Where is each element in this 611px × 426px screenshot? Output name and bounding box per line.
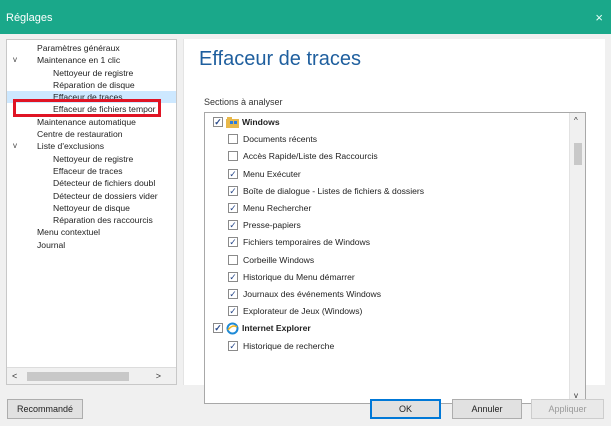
- section-label: Sections à analyser: [204, 97, 283, 107]
- tree-item-label: Effaceur de traces: [53, 92, 123, 103]
- tree-item-label: Centre de restauration: [37, 129, 123, 140]
- title-bar: Réglages ×: [0, 0, 611, 34]
- page-title: Effaceur de traces: [199, 48, 361, 70]
- tree-item-label: Nettoyeur de registre: [53, 67, 134, 78]
- tree-item-label: Journal: [37, 239, 66, 250]
- tree-item-label: Effaceur de traces: [53, 165, 123, 176]
- tree-item[interactable]: v Liste d'exclusions: [7, 140, 176, 152]
- section-option-label: Menu Rechercher: [243, 203, 312, 213]
- scrollbar-thumb[interactable]: [574, 143, 582, 165]
- checkbox[interactable]: [228, 185, 238, 196]
- checkbox[interactable]: [228, 220, 238, 231]
- recommended-button[interactable]: Recommandé: [7, 399, 83, 419]
- scrollbar-thumb[interactable]: [27, 372, 129, 381]
- section-option-label: Menu Exécuter: [243, 168, 301, 179]
- checkbox[interactable]: [228, 289, 238, 299]
- scroll-right-icon[interactable]: >: [156, 371, 161, 381]
- checkbox[interactable]: [228, 203, 238, 213]
- tree-list: Paramètres généraux v Maintenance en 1 cli…: [7, 42, 176, 251]
- section-option-label: Historique de recherche: [243, 340, 335, 351]
- tree-item-label: Réparation de disque: [53, 79, 135, 90]
- section-option-label: Internet Explorer: [242, 323, 311, 334]
- checkbox[interactable]: [228, 306, 238, 317]
- checkbox[interactable]: [228, 134, 238, 145]
- scroll-up-icon[interactable]: ^: [574, 116, 578, 125]
- tree-item[interactable]: Réparation des raccourcis: [7, 214, 176, 226]
- tree-item-label: Réparation des raccourcis: [53, 215, 153, 226]
- tree-horizontal-scrollbar[interactable]: < >: [7, 367, 176, 384]
- tree-item[interactable]: v Maintenance en 1 clic: [7, 54, 176, 66]
- checkbox[interactable]: [213, 117, 223, 127]
- internet-explorer-icon: [226, 322, 239, 335]
- section-option-label: Windows: [242, 117, 280, 127]
- tree-item[interactable]: Menu contextuel: [7, 226, 176, 238]
- tree-item[interactable]: Effaceur de fichiers tempor: [7, 103, 176, 115]
- tree-item[interactable]: Réparation de disque: [7, 79, 176, 91]
- section-option-label: Boîte de dialogue - Listes de fichiers &…: [243, 185, 425, 196]
- apply-button[interactable]: Appliquer: [531, 399, 604, 419]
- settings-tree: Paramètres généraux v Maintenance en 1 cli…: [6, 39, 177, 385]
- tree-item-label: Maintenance en 1 clic: [37, 55, 121, 66]
- checkbox[interactable]: [228, 254, 238, 265]
- checkbox[interactable]: [228, 168, 238, 179]
- section-option-label: Documents récents: [243, 134, 318, 145]
- checkbox[interactable]: [228, 237, 238, 248]
- tree-item-label: Maintenance automatique: [37, 116, 136, 127]
- windows-folder-icon: [226, 117, 239, 128]
- tree-item[interactable]: Nettoyeur de disque: [7, 202, 176, 214]
- tree-item[interactable]: Paramètres généraux: [7, 42, 176, 54]
- tree-item[interactable]: Nettoyeur de registre: [7, 153, 176, 165]
- checkbox[interactable]: [228, 151, 238, 162]
- section-option-label: Presse-papiers: [243, 220, 301, 231]
- tree-item[interactable]: Effaceur de traces: [7, 165, 176, 177]
- section-option-label: Historique du Menu démarrer: [243, 271, 355, 282]
- sections-listbox: Windows Documents récents Accès Rapide/Lis…: [204, 112, 586, 404]
- checkbox[interactable]: [213, 323, 223, 334]
- chevron-down-icon[interactable]: v: [13, 54, 17, 66]
- list-vertical-scrollbar[interactable]: ^ v: [569, 113, 585, 403]
- tree-item-label: Menu contextuel: [37, 227, 101, 238]
- checkbox[interactable]: [228, 340, 238, 351]
- tree-item[interactable]: Détecteur de dossiers vider: [7, 190, 176, 202]
- checkbox[interactable]: [228, 271, 238, 282]
- section-option-label: Fichiers temporaires de Windows: [243, 237, 371, 248]
- tree-item[interactable]: Centre de restauration: [7, 128, 176, 140]
- tree-item[interactable]: Maintenance automatique: [7, 116, 176, 128]
- tree-item-label: Effaceur de fichiers tempor: [53, 104, 156, 115]
- section-option-label: Journaux des événements Windows: [243, 289, 382, 299]
- window-title: Réglages: [6, 12, 53, 24]
- chevron-down-icon[interactable]: v: [13, 140, 17, 152]
- cancel-button[interactable]: Annuler: [452, 399, 522, 419]
- section-option-label: Corbeille Windows: [243, 254, 315, 265]
- settings-panel: Effaceur de traces Sections à analyser W…: [183, 39, 605, 404]
- tree-item[interactable]: Journal: [7, 239, 176, 251]
- tree-item-label: Détecteur de dossiers vider: [53, 190, 158, 201]
- tree-item-label: Détecteur de fichiers doubl: [53, 178, 156, 189]
- section-option-label: Explorateur de Jeux (Windows): [243, 306, 363, 317]
- tree-item-label: Nettoyeur de registre: [53, 153, 134, 164]
- ok-button[interactable]: OK: [370, 399, 441, 419]
- scroll-left-icon[interactable]: <: [12, 371, 17, 381]
- close-icon[interactable]: ×: [595, 10, 603, 25]
- tree-item-label: Paramètres généraux: [37, 43, 120, 53]
- tree-item-label: Nettoyeur de disque: [53, 202, 130, 213]
- tree-item[interactable]: Nettoyeur de registre: [7, 67, 176, 79]
- tree-item-label: Liste d'exclusions: [37, 141, 105, 152]
- tree-item[interactable]: Effaceur de traces: [7, 91, 176, 104]
- section-option-label: Accès Rapide/Liste des Raccourcis: [243, 151, 378, 162]
- tree-item[interactable]: Détecteur de fichiers doubl: [7, 177, 176, 189]
